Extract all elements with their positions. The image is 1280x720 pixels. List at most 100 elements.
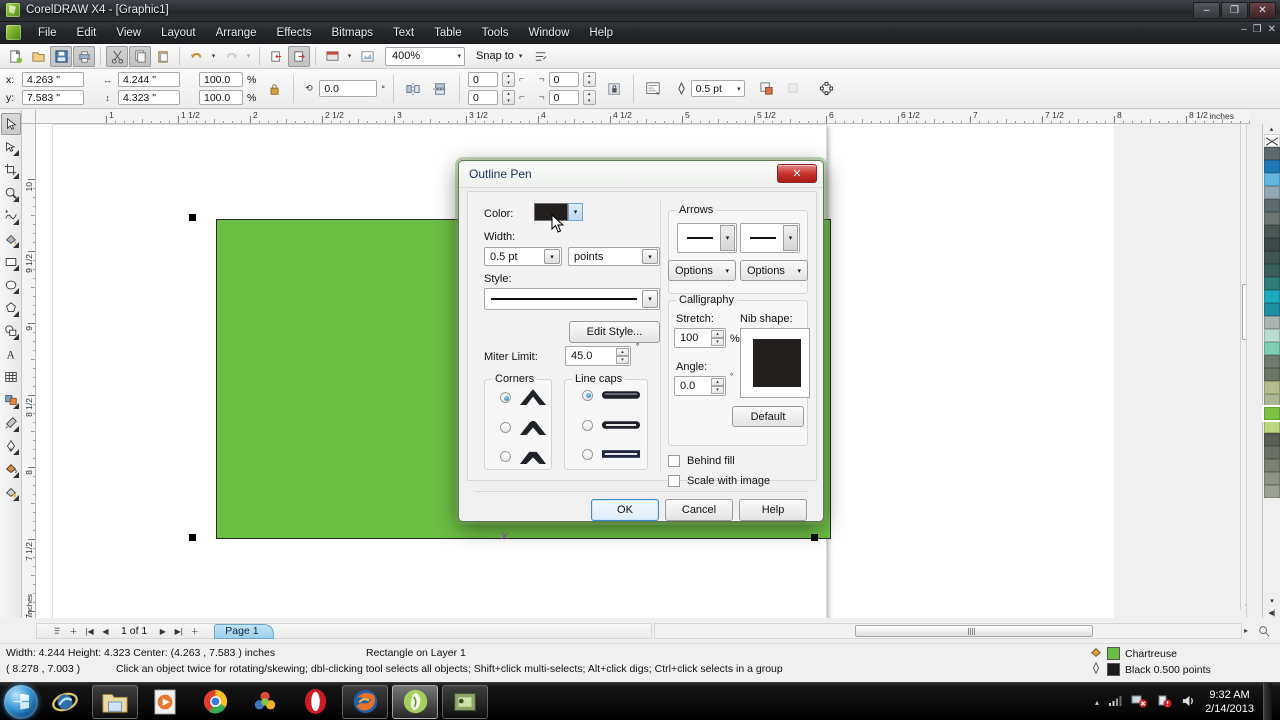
save-document-icon[interactable]	[50, 45, 72, 67]
crop-tool[interactable]	[1, 159, 21, 181]
import-icon[interactable]	[265, 46, 287, 67]
angle-field[interactable]: 0.0 ▴ ▾	[674, 376, 726, 396]
taskbar-google-chrome[interactable]	[192, 685, 238, 719]
action-center-icon[interactable]	[1156, 694, 1172, 711]
chevron-down-icon[interactable]: ▾	[720, 225, 735, 251]
lock-ratio-icon[interactable]	[263, 78, 285, 99]
palette-swatch[interactable]	[1264, 459, 1280, 472]
object-height-field[interactable]: 4.323 "	[118, 90, 180, 105]
corner-bevel-radio[interactable]	[500, 451, 511, 462]
palette-swatch[interactable]	[1264, 134, 1280, 147]
redo-icon[interactable]	[220, 46, 242, 67]
tray-expand-icon[interactable]: ▴	[1095, 698, 1099, 707]
palette-swatch[interactable]	[1264, 303, 1280, 316]
ok-button[interactable]: OK	[591, 499, 659, 521]
chevron-down-icon[interactable]: ▾	[642, 290, 658, 308]
document-close-button[interactable]: ✕	[1268, 24, 1276, 35]
corel-online-icon[interactable]	[356, 46, 378, 67]
selection-handle-bl[interactable]	[189, 534, 196, 541]
wrap-top-spinner[interactable]: ▴ ▾	[501, 72, 515, 87]
palette-swatch[interactable]	[1264, 160, 1280, 173]
add-page-before-button[interactable]: ＋	[67, 625, 80, 638]
document-menu-icon[interactable]	[6, 25, 21, 40]
wrap-bottom-field[interactable]: 0	[467, 90, 498, 105]
linecap-option-square[interactable]	[582, 448, 641, 460]
launcher-dropdown-icon[interactable]: ▾	[344, 46, 355, 67]
smart-fill-tool[interactable]	[1, 228, 21, 250]
first-page-button[interactable]: |◀	[83, 625, 96, 638]
menu-bitmaps[interactable]: Bitmaps	[321, 24, 383, 42]
palette-swatch[interactable]	[1264, 173, 1280, 186]
lock-object-icon[interactable]	[603, 78, 625, 99]
style-combobox[interactable]: ▾	[484, 288, 660, 310]
maximize-button[interactable]: ❐	[1221, 2, 1248, 19]
menu-window[interactable]: Window	[518, 24, 579, 42]
application-launcher-icon[interactable]	[321, 46, 343, 67]
palette-expand-icon[interactable]: ◀|	[1263, 608, 1280, 618]
taskbar-photo-app[interactable]	[242, 685, 288, 719]
previous-page-button[interactable]: ◀	[99, 625, 112, 638]
scroll-right-button[interactable]: ▸	[1244, 626, 1248, 635]
wrap-left-field[interactable]: 0	[548, 90, 579, 105]
nib-shape-preview[interactable]	[740, 328, 810, 398]
next-page-button[interactable]: ▶	[156, 625, 169, 638]
menu-arrange[interactable]: Arrange	[206, 24, 267, 42]
add-page-after-button[interactable]: ＋	[188, 625, 201, 638]
palette-swatch[interactable]	[1262, 405, 1280, 422]
horizontal-ruler[interactable]: inches 11 1/2 2 2 1/2 3 3 1/2 4 4 1/2 5 5 1/2 6 6 …	[36, 110, 1250, 124]
last-page-button[interactable]: ▶|	[172, 625, 185, 638]
taskbar-opera[interactable]	[292, 685, 338, 719]
node-shape-icon[interactable]	[816, 78, 838, 99]
help-button[interactable]: Help	[739, 499, 807, 521]
scale-vertical-field[interactable]: 100.0	[199, 90, 243, 105]
behind-fill-checkbox[interactable]	[668, 455, 680, 467]
taskbar-coreldraw[interactable]	[392, 684, 438, 719]
freehand-tool[interactable]	[1, 205, 21, 227]
open-document-icon[interactable]	[27, 46, 49, 67]
export-icon[interactable]	[288, 45, 310, 67]
rotation-angle-field[interactable]: 0.0	[319, 80, 378, 97]
stretch-field[interactable]: 100 ▴ ▾	[674, 328, 726, 348]
mirror-vertical-icon[interactable]	[429, 78, 451, 99]
wrap-top-field[interactable]: 0	[467, 72, 498, 87]
horizontal-scrollbar[interactable]	[654, 623, 1242, 639]
linecap-round-radio[interactable]	[582, 419, 593, 431]
palette-swatches[interactable]	[1262, 134, 1280, 498]
convert-outline-to-object-icon[interactable]	[756, 78, 778, 99]
chevron-down-icon[interactable]: ▾	[642, 249, 658, 264]
palette-swatch[interactable]	[1264, 329, 1280, 342]
linecap-option-round[interactable]	[582, 419, 641, 431]
wrap-bottom-spinner[interactable]: ▴ ▾	[501, 90, 515, 105]
linecap-option-butt[interactable]	[582, 389, 641, 401]
menu-help[interactable]: Help	[579, 24, 623, 42]
linecap-butt-radio[interactable]	[582, 389, 593, 401]
wrap-paragraph-text-icon[interactable]	[642, 78, 664, 99]
corner-option-miter[interactable]	[500, 389, 547, 406]
print-document-icon[interactable]	[73, 45, 95, 67]
cut-icon[interactable]	[106, 45, 128, 67]
fill-color-status[interactable]: Chartreuse	[1090, 646, 1177, 661]
outline-color-swatch[interactable]	[534, 203, 568, 221]
palette-swatch[interactable]	[1264, 212, 1280, 225]
ellipse-tool[interactable]	[1, 274, 21, 296]
palette-swatch[interactable]	[1264, 446, 1280, 459]
edit-style-button[interactable]: Edit Style...	[569, 321, 660, 343]
interactive-fill-tool[interactable]	[1, 481, 21, 503]
behind-fill-option[interactable]: Behind fill	[668, 455, 735, 467]
eyedropper-tool[interactable]	[1, 412, 21, 434]
network-signal-icon[interactable]	[1108, 695, 1122, 710]
document-restore-button[interactable]: ❐	[1253, 24, 1262, 35]
corner-round-radio[interactable]	[500, 422, 511, 433]
zoom-navigator-icon[interactable]	[1256, 623, 1272, 639]
wrap-right-field[interactable]: 0	[548, 72, 579, 87]
cancel-button[interactable]: Cancel	[665, 499, 733, 521]
object-width-field[interactable]: 4.244 "	[118, 72, 180, 87]
menu-tools[interactable]: Tools	[472, 24, 519, 42]
copy-icon[interactable]	[129, 45, 151, 67]
minimize-button[interactable]: –	[1193, 2, 1220, 19]
corner-option-bevel[interactable]	[500, 448, 547, 465]
palette-swatch[interactable]	[1264, 147, 1280, 160]
end-arrow-options-button[interactable]: Options ▾	[740, 260, 808, 281]
palette-swatch[interactable]	[1264, 264, 1280, 277]
taskbar-other-app[interactable]	[442, 684, 488, 719]
